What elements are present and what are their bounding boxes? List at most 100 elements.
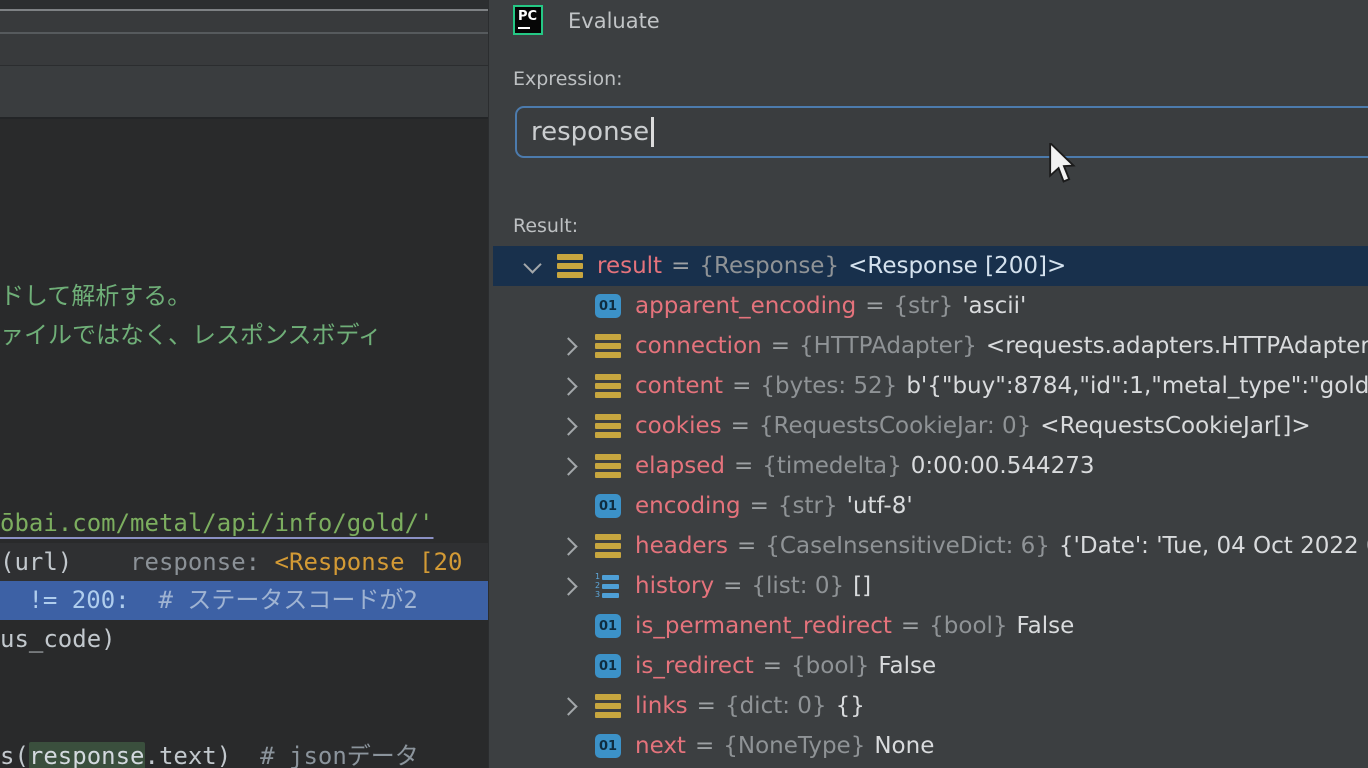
code-segment: != 200:	[14, 586, 130, 614]
object-icon	[595, 374, 621, 398]
equals-sign: =	[750, 493, 769, 519]
chevron-down-icon[interactable]	[519, 253, 545, 279]
pycharm-logo-text: PC	[518, 9, 537, 24]
var-value: None	[874, 733, 934, 759]
tree-row-cookies[interactable]: cookies={RequestsCookieJar: 0}<RequestsC…	[493, 406, 1368, 446]
tree-row-apparent_encoding[interactable]: 01 apparent_encoding = {str} 'ascii'	[493, 286, 1368, 326]
code-segment: response:	[72, 548, 274, 576]
ide-toolbar-dimmed	[0, 11, 488, 32]
var-name: headers	[635, 533, 728, 559]
var-name: connection	[635, 333, 762, 359]
chevron-right-icon[interactable]	[557, 373, 583, 399]
chevron-spacer	[557, 733, 583, 759]
var-value: 'utf-8'	[847, 493, 913, 519]
pycharm-logo-icon: PC	[513, 5, 543, 35]
chevron-right-icon[interactable]	[557, 333, 583, 359]
equals-sign: =	[695, 733, 714, 759]
var-name: is_permanent_redirect	[635, 613, 892, 639]
code-segment: # jsonデータ	[231, 742, 419, 768]
var-type: {HTTPAdapter}	[799, 333, 977, 359]
chevron-right-icon[interactable]	[557, 573, 583, 599]
var-name: links	[635, 693, 688, 719]
tree-row-is_redirect[interactable]: 01is_redirect={bool}False	[493, 646, 1368, 686]
expression-value: response	[531, 117, 649, 147]
equals-sign: =	[671, 253, 690, 279]
tree-row-is_permanent_redirect[interactable]: 01is_permanent_redirect={bool}False	[493, 606, 1368, 646]
ide-background: ドして解析する。ァイルではなく、レスポンスボディ ōbai.com/metal/a…	[0, 0, 488, 768]
var-value: <requests.adapters.HTTPAdapter object	[986, 333, 1368, 359]
text-caret	[651, 117, 654, 147]
var-name: content	[635, 373, 723, 399]
chevron-right-icon[interactable]	[557, 693, 583, 719]
var-type: {CaseInsensitiveDict: 6}	[765, 533, 1050, 559]
tree-row-history[interactable]: 123 history = {list: 0} []	[493, 566, 1368, 606]
code-segment: response	[29, 742, 145, 768]
code-line-jp-comment-2: ァイルではなく、レスポンスボディ	[0, 316, 488, 355]
tree-row-elapsed[interactable]: elapsed={timedelta}0:00:00.544273	[493, 446, 1368, 486]
object-icon	[595, 534, 621, 558]
equals-sign: =	[723, 573, 742, 599]
code-segment: ドして解析する。	[0, 282, 191, 310]
primitive-value-icon: 01	[595, 494, 621, 518]
tree-row-result[interactable]: result={Response}<Response [200]>	[493, 246, 1368, 286]
tree-row-encoding[interactable]: 01 encoding = {str} 'utf-8'	[493, 486, 1368, 526]
object-icon	[595, 334, 621, 358]
code-segment: ァイルではなく、レスポンスボディ	[0, 321, 382, 349]
var-value: 0:00:00.544273	[911, 453, 1095, 479]
expression-input[interactable]: response	[515, 106, 1368, 158]
ide-titlebar-dimmed	[0, 0, 488, 9]
var-name: encoding	[635, 493, 741, 519]
code-segment: # ステータスコードが2	[130, 586, 418, 614]
screen: { "colors": { "dialog-bg": "#3C3F41", "a…	[0, 0, 1368, 768]
var-value: []	[853, 573, 871, 599]
list-icon: 123	[595, 574, 621, 598]
equals-sign: =	[771, 333, 790, 359]
code-segment: s(	[0, 742, 29, 768]
var-type: {bool}	[791, 653, 869, 679]
code-segment: ōbai.com/metal/api/info/gold/'	[0, 509, 433, 537]
var-name: history	[635, 573, 714, 599]
tree-row-links[interactable]: links={dict: 0}{}	[493, 686, 1368, 726]
var-value: 'ascii'	[962, 293, 1026, 319]
code-line-response-text-line: s(response.text) # jsonデータ	[0, 737, 488, 768]
var-type: {RequestsCookieJar: 0}	[759, 413, 1031, 439]
code-line-status-check-line: != 200: # ステータスコードが2	[0, 581, 488, 620]
pycharm-logo-underscore	[518, 27, 530, 29]
object-icon	[557, 254, 583, 278]
tree-row-connection[interactable]: connection = {HTTPAdapter} <requests.adapte…	[493, 326, 1368, 366]
var-type: {list: 0}	[751, 573, 844, 599]
var-name: apparent_encoding	[635, 293, 856, 319]
ide-breadcrumbs-dimmed	[0, 66, 488, 117]
code-line-call-line: (url) response: <Response [20	[0, 543, 488, 582]
tree-row-next[interactable]: 01next={NoneType}None	[493, 726, 1368, 766]
var-value: False	[1017, 613, 1075, 639]
var-name: is_redirect	[635, 653, 754, 679]
var-type: {Response}	[699, 253, 839, 279]
var-name: cookies	[635, 413, 722, 439]
equals-sign: =	[731, 413, 750, 439]
object-icon	[595, 454, 621, 478]
chevron-right-icon[interactable]	[557, 533, 583, 559]
primitive-value-icon: 01	[595, 294, 621, 318]
var-type: {str}	[893, 293, 953, 319]
tree-row-headers[interactable]: headers={CaseInsensitiveDict: 6}{'Date':…	[493, 526, 1368, 566]
chevron-right-icon[interactable]	[557, 413, 583, 439]
code-segment: us_code)	[0, 625, 116, 653]
object-icon	[595, 414, 621, 438]
equals-sign: =	[865, 293, 884, 319]
dialog-title: Evaluate	[568, 7, 660, 35]
equals-sign: =	[737, 533, 756, 559]
tree-row-content[interactable]: content={bytes: 52}b'{"buy":8784,"id":1,…	[493, 366, 1368, 406]
var-type: {str}	[778, 493, 838, 519]
var-name: result	[597, 253, 662, 279]
equals-sign: =	[697, 693, 716, 719]
chevron-right-icon[interactable]	[557, 453, 583, 479]
primitive-value-icon: 01	[595, 734, 621, 758]
code-line-status-code-line: us_code)	[0, 620, 488, 659]
code-segment: <Response [20	[275, 548, 463, 576]
var-type: {bool}	[929, 613, 1007, 639]
var-type: {bytes: 52}	[760, 373, 897, 399]
chevron-spacer	[557, 613, 583, 639]
evaluate-dialog: PC Evaluate Expression: response Result:…	[488, 0, 1368, 768]
object-icon	[595, 694, 621, 718]
